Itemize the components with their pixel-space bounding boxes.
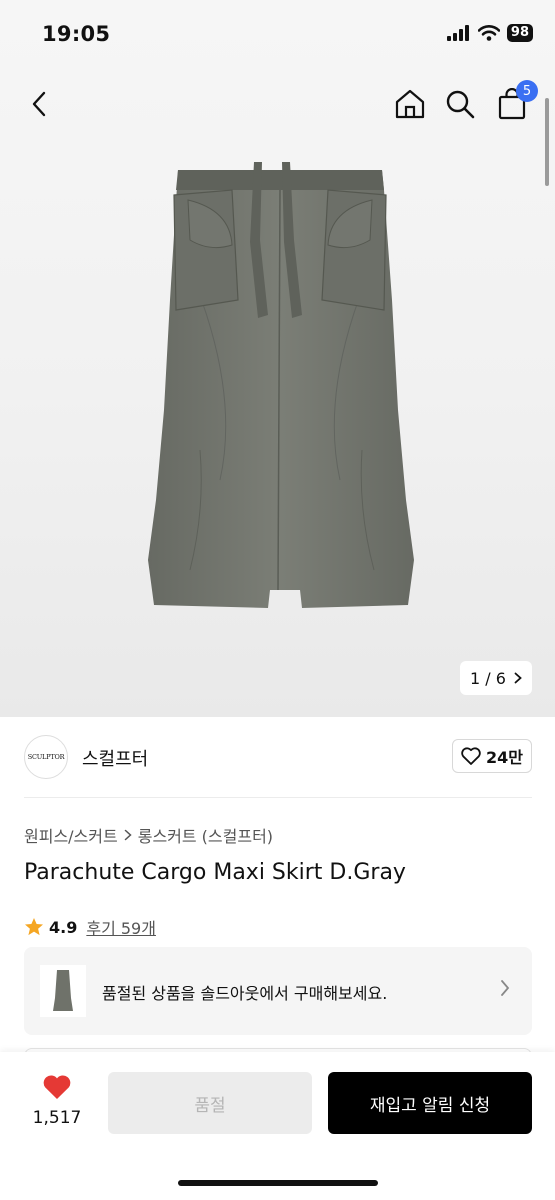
wishlist-button[interactable]: 1,517 <box>32 1074 82 1128</box>
image-counter-label: 1 / 6 <box>470 668 506 688</box>
image-counter[interactable]: 1 / 6 <box>460 661 532 695</box>
product-image-gallery[interactable]: 19:05 98 5 1 / 6 <box>0 0 555 717</box>
breadcrumb-subcategory[interactable]: 롱스커트 (스컬프터) <box>138 823 273 847</box>
brand-like-count: 24만 <box>486 748 523 767</box>
signal-icon <box>446 25 469 41</box>
brand-row: SCULPTOR 스컬프터 24만 <box>24 735 532 781</box>
back-button[interactable] <box>22 86 58 122</box>
review-count-link[interactable]: 후기 59개 <box>86 915 156 939</box>
home-indicator <box>178 1180 378 1186</box>
heart-filled-icon <box>43 1075 71 1099</box>
status-time: 19:05 <box>42 22 111 46</box>
top-navigation: 5 <box>0 80 555 128</box>
brand-logo[interactable]: SCULPTOR <box>24 735 68 779</box>
chevron-right-icon <box>501 980 510 996</box>
chevron-right-icon <box>514 672 522 684</box>
battery-indicator: 98 <box>506 24 533 42</box>
brand-name[interactable]: 스컬프터 <box>82 745 148 771</box>
soldout-product-thumbnail <box>40 965 86 1017</box>
restock-alert-button[interactable]: 재입고 알림 신청 <box>328 1072 532 1134</box>
rating-summary: 4.9 후기 59개 <box>24 915 156 939</box>
product-photo-skirt <box>148 162 414 608</box>
soldout-button: 품절 <box>108 1072 312 1134</box>
soldout-promo-banner[interactable]: 품절된 상품을 솔드아웃에서 구매해보세요. <box>24 947 532 1035</box>
scroll-indicator <box>545 98 549 186</box>
heart-outline-icon <box>461 747 481 765</box>
star-icon <box>25 918 43 936</box>
brand-logo-text: SCULPTOR <box>27 753 65 761</box>
soldout-banner-text: 품절된 상품을 솔드아웃에서 구매해보세요. <box>102 984 388 1003</box>
breadcrumb-category[interactable]: 원피스/스커트 <box>24 823 118 847</box>
back-arrow-icon <box>32 91 46 117</box>
bottom-action-bar: 1,517 품절 재입고 알림 신청 <box>0 1052 555 1200</box>
skirt-thumbnail-image <box>53 970 73 1011</box>
status-icons: 98 <box>446 24 533 42</box>
product-title: Parachute Cargo Maxi Skirt D.Gray <box>24 860 406 885</box>
home-icon <box>395 89 425 119</box>
cart-button[interactable]: 5 <box>494 80 538 122</box>
home-button[interactable] <box>392 86 428 122</box>
wishlist-count: 1,517 <box>32 1108 82 1128</box>
cart-count-badge: 5 <box>516 80 538 102</box>
breadcrumb: 원피스/스커트 롱스커트 (스컬프터) <box>24 823 273 847</box>
search-icon <box>446 90 475 119</box>
brand-like-button[interactable]: 24만 <box>452 739 532 773</box>
rating-score: 4.9 <box>49 917 78 937</box>
chevron-right-icon <box>124 829 132 841</box>
search-button[interactable] <box>442 86 478 122</box>
status-bar: 19:05 98 <box>0 0 555 70</box>
wifi-icon <box>477 25 500 41</box>
divider <box>24 797 532 798</box>
